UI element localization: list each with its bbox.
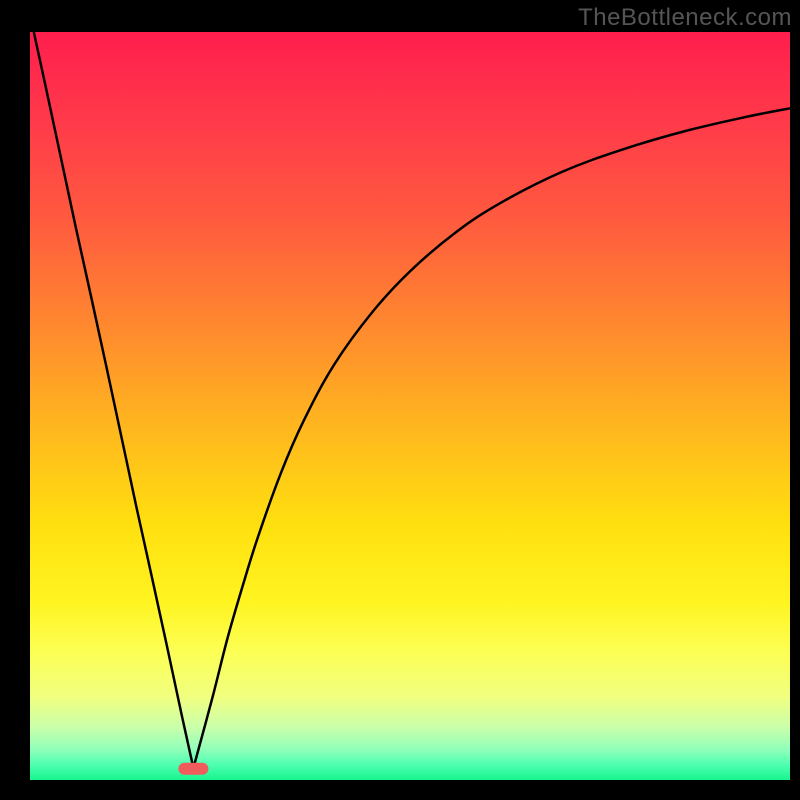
- trough-marker: [178, 763, 208, 775]
- chart-svg: [0, 0, 800, 800]
- chart-container: TheBottleneck.com: [0, 0, 800, 800]
- plot-area: [30, 32, 790, 780]
- plot-background: [30, 32, 790, 780]
- watermark-text: TheBottleneck.com: [578, 4, 792, 32]
